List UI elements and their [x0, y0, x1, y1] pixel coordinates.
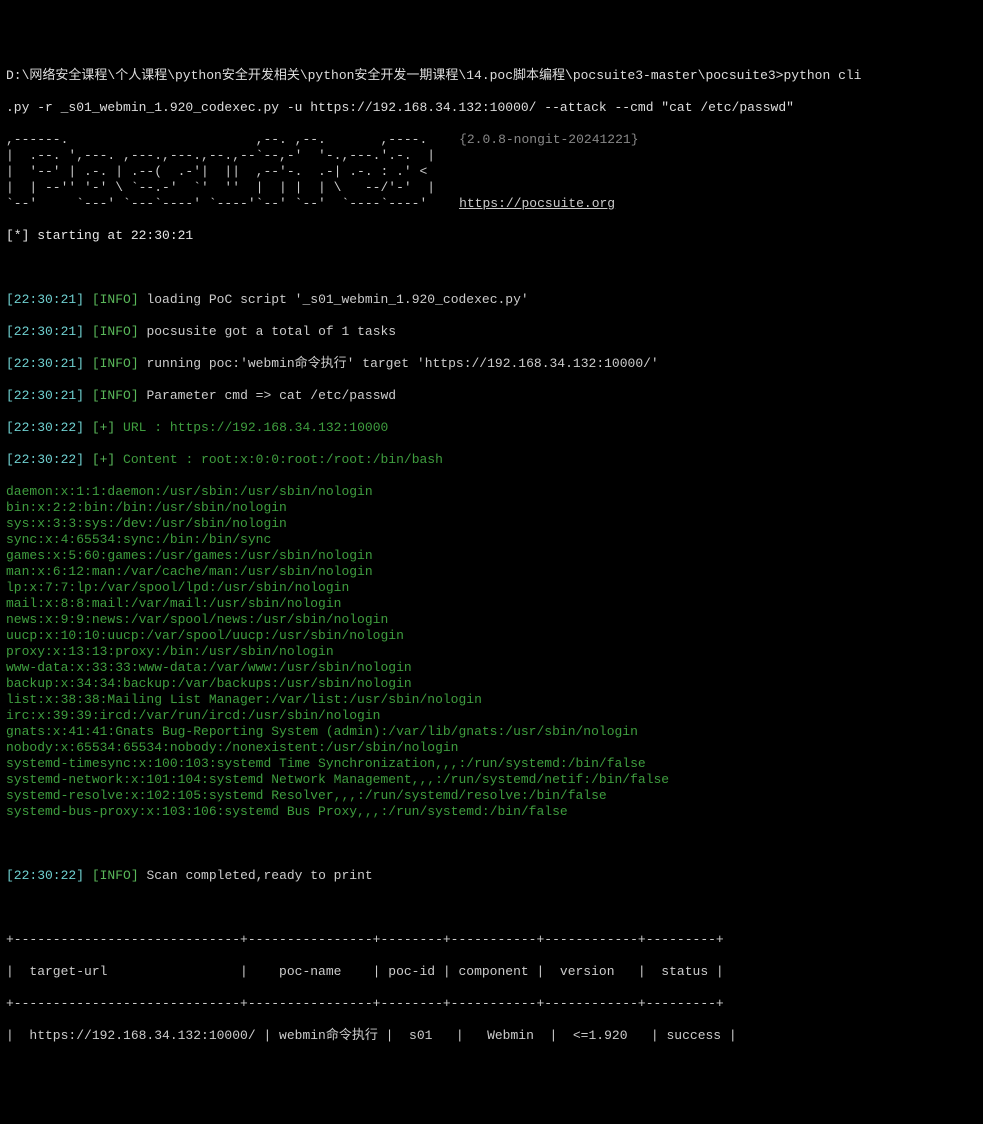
log-msg: Parameter cmd => cat /etc/passwd — [146, 388, 396, 403]
passwd-line: systemd-network:x:101:104:systemd Networ… — [6, 772, 977, 788]
prompt-line-1: D:\网络安全课程\个人课程\python安全开发相关\python安全开发一期… — [6, 68, 977, 84]
passwd-line: systemd-timesync:x:100:103:systemd Time … — [6, 756, 977, 772]
passwd-line: www-data:x:33:33:www-data:/var/www:/usr/… — [6, 660, 977, 676]
log-msg: running poc:'webmin命令执行' target 'https:/… — [146, 356, 658, 371]
prompt-line-2: .py -r _s01_webmin_1.920_codexec.py -u h… — [6, 100, 977, 116]
passwd-line: irc:x:39:39:ircd:/var/run/ircd:/usr/sbin… — [6, 708, 977, 724]
spacer — [6, 260, 977, 276]
passwd-line: backup:x:34:34:backup:/var/backups:/usr/… — [6, 676, 977, 692]
passwd-line: games:x:5:60:games:/usr/games:/usr/sbin/… — [6, 548, 977, 564]
log-line: [22:30:21] [INFO] running poc:'webmin命令执… — [6, 356, 977, 372]
plus-tag: [+] — [92, 452, 115, 467]
info-tag: [INFO] — [92, 388, 139, 403]
passwd-line: bin:x:2:2:bin:/bin:/usr/sbin/nologin — [6, 500, 977, 516]
version-badge: {2.0.8-nongit-20241221} — [459, 132, 638, 147]
log-msg: URL : https://192.168.34.132:10000 — [123, 420, 388, 435]
timestamp: [22:30:22] — [6, 452, 84, 467]
banner-right: {2.0.8-nongit-20241221} https://pocsuite… — [435, 132, 638, 212]
timestamp: [22:30:22] — [6, 420, 84, 435]
passwd-line: daemon:x:1:1:daemon:/usr/sbin:/usr/sbin/… — [6, 484, 977, 500]
passwd-line: proxy:x:13:13:proxy:/bin:/usr/sbin/nolog… — [6, 644, 977, 660]
banner-wrap: ,------. ,--. ,--. ,----. | .--. ',---. … — [6, 132, 977, 212]
passwd-line: sys:x:3:3:sys:/dev:/usr/sbin/nologin — [6, 516, 977, 532]
timestamp: [22:30:21] — [6, 388, 84, 403]
passwd-line: list:x:38:38:Mailing List Manager:/var/l… — [6, 692, 977, 708]
footer-log: [22:30:22] [INFO] Scan completed,ready t… — [6, 868, 977, 884]
info-tag: [INFO] — [92, 868, 139, 883]
footer-msg: Scan completed,ready to print — [146, 868, 372, 883]
spacer — [6, 836, 977, 852]
log-msg: loading PoC script '_s01_webmin_1.920_co… — [146, 292, 528, 307]
info-tag: [INFO] — [92, 292, 139, 307]
passwd-output: daemon:x:1:1:daemon:/usr/sbin:/usr/sbin/… — [6, 484, 977, 820]
ascii-banner: ,------. ,--. ,--. ,----. | .--. ',---. … — [6, 132, 435, 212]
timestamp: [22:30:21] — [6, 292, 84, 307]
timestamp: [22:30:21] — [6, 324, 84, 339]
starting-line: [*] starting at 22:30:21 — [6, 228, 977, 244]
table-border-mid: +-----------------------------+---------… — [6, 996, 977, 1012]
log-line: [22:30:21] [INFO] loading PoC script '_s… — [6, 292, 977, 308]
log-line: [22:30:21] [INFO] Parameter cmd => cat /… — [6, 388, 977, 404]
info-tag: [INFO] — [92, 324, 139, 339]
log-msg: Content : root:x:0:0:root:/root:/bin/bas… — [123, 452, 443, 467]
passwd-line: systemd-resolve:x:102:105:systemd Resolv… — [6, 788, 977, 804]
table-header: | target-url | poc-name | poc-id | compo… — [6, 964, 977, 980]
passwd-line: systemd-bus-proxy:x:103:106:systemd Bus … — [6, 804, 977, 820]
log-line: [22:30:22] [+] URL : https://192.168.34.… — [6, 420, 977, 436]
pocsuite-link[interactable]: https://pocsuite.org — [459, 196, 615, 211]
timestamp: [22:30:22] — [6, 868, 84, 883]
passwd-line: gnats:x:41:41:Gnats Bug-Reporting System… — [6, 724, 977, 740]
passwd-line: mail:x:8:8:mail:/var/mail:/usr/sbin/nolo… — [6, 596, 977, 612]
passwd-line: news:x:9:9:news:/var/spool/news:/usr/sbi… — [6, 612, 977, 628]
passwd-line: sync:x:4:65534:sync:/bin:/bin/sync — [6, 532, 977, 548]
info-tag: [INFO] — [92, 356, 139, 371]
passwd-line: lp:x:7:7:lp:/var/spool/lpd:/usr/sbin/nol… — [6, 580, 977, 596]
plus-tag: [+] — [92, 420, 115, 435]
passwd-line: man:x:6:12:man:/var/cache/man:/usr/sbin/… — [6, 564, 977, 580]
passwd-line: nobody:x:65534:65534:nobody:/nonexistent… — [6, 740, 977, 756]
timestamp: [22:30:21] — [6, 356, 84, 371]
table-row: | https://192.168.34.132:10000/ | webmin… — [6, 1028, 977, 1044]
log-msg: pocsusite got a total of 1 tasks — [146, 324, 396, 339]
log-line: [22:30:22] [+] Content : root:x:0:0:root… — [6, 452, 977, 468]
table-border-top: +-----------------------------+---------… — [6, 932, 977, 948]
log-line: [22:30:21] [INFO] pocsusite got a total … — [6, 324, 977, 340]
passwd-line: uucp:x:10:10:uucp:/var/spool/uucp:/usr/s… — [6, 628, 977, 644]
spacer — [6, 900, 977, 916]
